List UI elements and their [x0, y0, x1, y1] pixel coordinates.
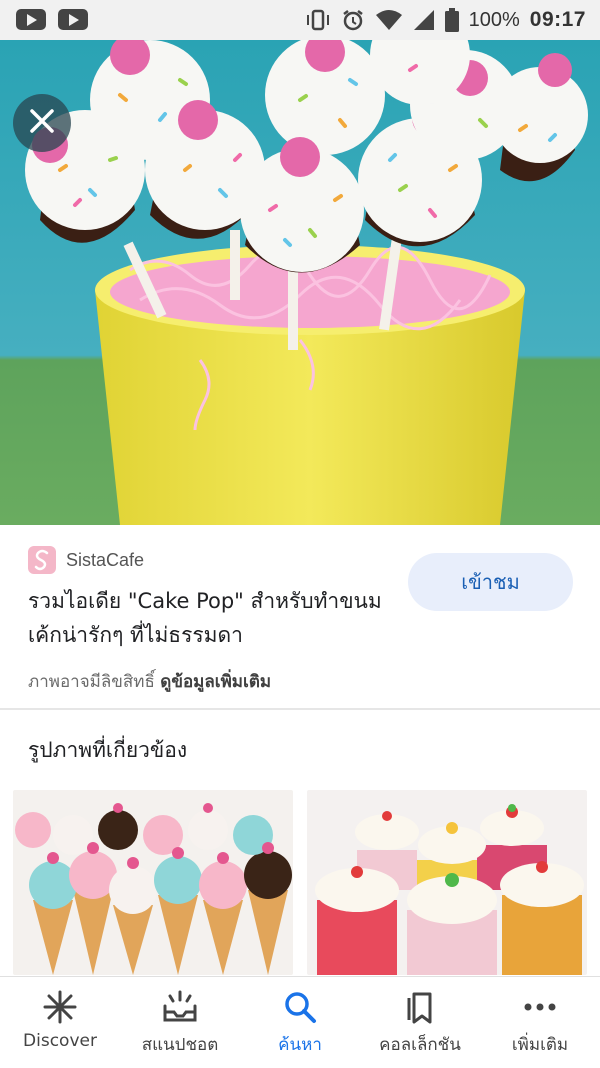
related-images-heading: รูปภาพที่เกี่ยวข้อง: [28, 738, 188, 762]
collections-icon: [404, 989, 436, 1025]
search-icon: [283, 989, 317, 1025]
nav-label: เพิ่มเติม: [511, 1035, 569, 1055]
sistacafe-logo-icon: [28, 546, 56, 574]
signal-icon: [413, 9, 435, 31]
nav-collections[interactable]: คอลเล็กชัน: [360, 977, 480, 1068]
divider: [0, 708, 600, 710]
nav-search[interactable]: ค้นหา: [240, 977, 360, 1068]
related-image-thumbnail[interactable]: [307, 790, 587, 975]
nav-label: สแนปชอต: [141, 1035, 219, 1055]
youtube-notification-icon: [58, 9, 88, 30]
bottom-navigation: Discover สแนปชอต ค้นหา คอลเล็กชัน เพิ่มเ…: [0, 976, 600, 1068]
nav-label: Discover: [23, 1031, 97, 1051]
youtube-notification-icon: [16, 9, 46, 30]
related-image-thumbnail[interactable]: [13, 790, 293, 975]
wifi-icon: [375, 9, 403, 31]
nav-label: คอลเล็กชัน: [379, 1035, 461, 1055]
snapshot-icon: [162, 989, 198, 1025]
source-row[interactable]: SistaCafe: [28, 546, 144, 574]
alarm-icon: [341, 8, 365, 32]
system-status: 100% 09:17: [305, 7, 586, 33]
copyright-notice: ภาพอาจมีลิขสิทธิ์ ดูข้อมูลเพิ่มเติม: [28, 668, 271, 695]
preview-image[interactable]: [0, 40, 600, 525]
rights-text: ภาพอาจมีลิขสิทธิ์: [28, 672, 155, 692]
battery-icon: [444, 8, 459, 32]
nav-more[interactable]: เพิ่มเติม: [480, 977, 600, 1068]
notification-icons: [16, 9, 88, 30]
close-button[interactable]: [13, 94, 71, 152]
status-bar: 100% 09:17: [0, 0, 600, 40]
nav-discover[interactable]: Discover: [0, 977, 120, 1068]
asterisk-icon: [43, 989, 77, 1025]
more-dots-icon: [523, 989, 557, 1025]
nav-snapshot[interactable]: สแนปชอต: [120, 977, 240, 1068]
nav-label: ค้นหา: [278, 1035, 322, 1055]
source-name: SistaCafe: [66, 549, 145, 570]
vibrate-icon: [305, 9, 331, 31]
close-icon: [29, 108, 55, 138]
visit-button[interactable]: เข้าชม: [408, 553, 573, 611]
more-info-link[interactable]: ดูข้อมูลเพิ่มเติม: [160, 672, 271, 692]
clock: 09:17: [529, 8, 586, 31]
battery-level: 100%: [468, 8, 520, 31]
result-title[interactable]: รวมไอเดีย "Cake Pop" สำหรับทำขนม เค้กน่า…: [28, 584, 388, 652]
